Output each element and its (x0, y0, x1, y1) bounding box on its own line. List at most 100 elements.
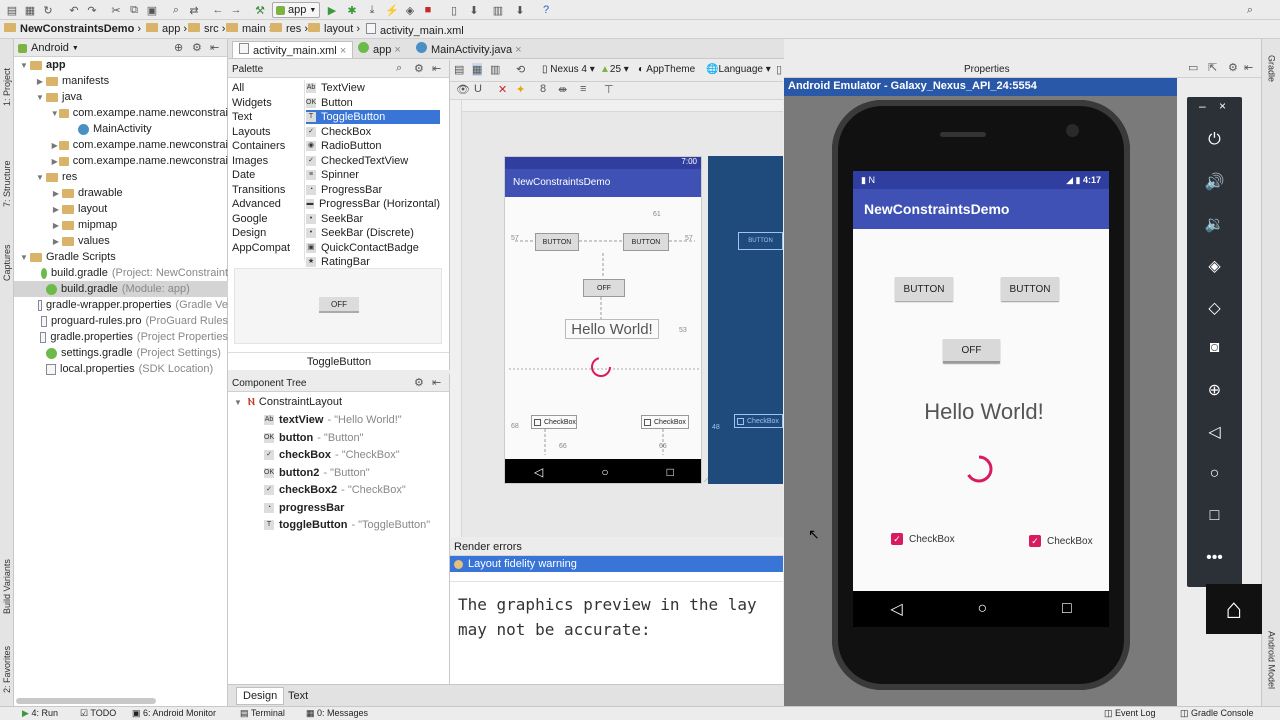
component-tree-item[interactable]: ✓ checkBox2- "CheckBox" (264, 484, 406, 496)
close-icon[interactable]: × (340, 45, 346, 57)
tree-item[interactable]: ▶ values (14, 233, 228, 249)
project-structure-icon[interactable]: ▥ (490, 2, 506, 18)
component-tree-item[interactable]: OK button - "Button" (264, 432, 364, 444)
open-icon[interactable]: ▤ (4, 2, 20, 18)
tab-design[interactable]: Design (236, 687, 285, 705)
undo-icon[interactable]: ↶ (66, 2, 82, 18)
tree-item[interactable]: ▼ java (14, 89, 228, 105)
emulator-checkbox-2[interactable]: ✓ CheckBox (1029, 535, 1093, 547)
overview-icon[interactable]: □ (1187, 501, 1242, 531)
stop-icon[interactable]: ■ (420, 2, 436, 18)
attach-icon[interactable]: ⤓ (364, 2, 380, 18)
chevron-icon[interactable]: ▼ (18, 61, 30, 70)
settings-icon[interactable]: ⚙ (414, 62, 424, 75)
chevron-icon[interactable]: ▶ (50, 157, 59, 166)
tool-todo[interactable]: ☑ TODO (80, 708, 116, 719)
tree-item[interactable]: ▼ res (14, 169, 228, 185)
tab-android-model[interactable]: Android Model (1262, 617, 1280, 703)
close-icon[interactable]: × (394, 44, 400, 56)
copy-icon[interactable]: ⧉ (126, 2, 142, 18)
tab-text[interactable]: Text (282, 687, 314, 705)
tab-favorites[interactable]: 2: Favorites (0, 634, 14, 704)
hide-icon[interactable]: ⇤ (210, 41, 219, 54)
expand-icon[interactable]: ⇱ (1208, 61, 1217, 74)
tab-captures[interactable]: Captures (0, 235, 14, 291)
run-config-select[interactable]: app ▼ (272, 2, 320, 18)
scroll-from-source-icon[interactable]: ⊕ (174, 41, 183, 54)
settings-icon[interactable]: ⚙ (192, 41, 202, 54)
palette-category[interactable]: Text (232, 111, 252, 123)
blueprint-mode-icon[interactable]: ▦ (472, 63, 483, 76)
palette-item[interactable]: ≡ Spinner (306, 168, 440, 182)
tab-structure[interactable]: 7: Structure (0, 149, 14, 219)
palette-item[interactable]: • SeekBar (Discrete) (306, 226, 440, 240)
emulator-toggle-button[interactable]: OFF (943, 339, 1000, 363)
design-preview[interactable]: 7:00 NewConstraintsDemo 57 61 57 53 66 6… (504, 156, 702, 484)
tree-root-constraintlayout[interactable]: ▼ Ⲛ ConstraintLayout (234, 396, 342, 408)
debug-icon[interactable]: ✱ (344, 2, 360, 18)
back-icon[interactable]: ◁ (1187, 417, 1242, 447)
emulator-button-2[interactable]: BUTTON (1001, 277, 1059, 301)
chevron-icon[interactable]: ▼ (34, 93, 46, 102)
orientation-icon[interactable]: ⟲ (516, 63, 525, 76)
search-everywhere-icon[interactable]: ⌕ (1242, 2, 1258, 18)
breadcrumb-item-project[interactable]: NewConstraintsDemo › (4, 23, 141, 35)
sdk-icon[interactable]: ⬇ (466, 2, 482, 18)
align-icon[interactable]: ≡ (580, 83, 586, 95)
hide-icon[interactable]: ⇤ (432, 62, 441, 75)
sync-icon[interactable]: ↻ (40, 2, 56, 18)
chevron-icon[interactable]: ▼ (34, 173, 46, 182)
tool-event-log[interactable]: ◫ Event Log (1104, 708, 1156, 719)
blueprint-checkbox[interactable]: CheckBox (734, 414, 783, 428)
tree-item[interactable]: proguard-rules.pro (ProGuard Rules (14, 313, 228, 329)
tree-item[interactable]: ▶ layout (14, 201, 228, 217)
tree-item[interactable]: MainActivity (14, 121, 228, 137)
palette-category[interactable]: Containers (232, 140, 285, 152)
component-tree-item[interactable]: ✓ checkBox - "CheckBox" (264, 449, 400, 461)
component-tree-item[interactable]: ◔ progressBar (264, 502, 348, 514)
component-tree-item[interactable]: TtoggleButton - "ToggleButton" (264, 519, 430, 531)
tree-item[interactable]: ▼ Gradle Scripts (14, 249, 228, 265)
palette-item[interactable]: • SeekBar (306, 212, 440, 226)
power-icon[interactable]: ⏻ (1187, 125, 1242, 155)
palette-item[interactable]: T ToggleButton (306, 110, 440, 124)
guideline-icon[interactable]: ⊤ (604, 83, 614, 96)
volume-up-icon[interactable]: 🔊 (1187, 167, 1242, 197)
cut-icon[interactable]: ✂ (108, 2, 124, 18)
chevron-icon[interactable]: ▶ (50, 141, 59, 150)
palette-category[interactable]: Advanced (232, 198, 281, 210)
emulator-checkbox-1[interactable]: ✓ CheckBox (891, 533, 955, 545)
breadcrumb-item-app[interactable]: app › (146, 23, 187, 35)
chevron-icon[interactable]: ▶ (50, 189, 62, 198)
tree-item[interactable]: ▶ manifests (14, 73, 228, 89)
tree-item[interactable]: ▶ com.exampe.name.newconstrai (14, 153, 228, 169)
chevron-icon[interactable]: ▼ (18, 253, 30, 262)
tree-item[interactable]: ▶ drawable (14, 185, 228, 201)
tool-run[interactable]: ▶ 4: Run (22, 708, 58, 719)
breadcrumb-item-file[interactable]: activity_main.xml (366, 23, 464, 37)
render-warning-item[interactable]: Layout fidelity warning (450, 556, 783, 572)
tree-item[interactable]: ▼ com.exampe.name.newconstrai (14, 105, 228, 121)
palette-category[interactable]: All (232, 82, 244, 94)
back-icon[interactable]: ◁ (890, 599, 902, 619)
back-icon[interactable]: ← (210, 2, 226, 18)
tree-item[interactable]: gradle.properties (Project Properties (14, 329, 228, 345)
camera-icon[interactable]: ◙ (1187, 333, 1242, 363)
palette-category[interactable]: AppCompat (232, 242, 290, 254)
redo-icon[interactable]: ↷ (84, 2, 100, 18)
theme-select[interactable]: ◐ AppTheme (638, 64, 695, 75)
tree-item[interactable]: build.gradle (Module: app) (14, 281, 228, 297)
close-icon[interactable]: × (515, 44, 521, 56)
tool-gradle-console[interactable]: ◫ Gradle Console (1180, 708, 1254, 719)
collapse-icon[interactable]: ▭ (1188, 61, 1198, 74)
palette-item[interactable]: ◔ ProgressBar (306, 183, 440, 197)
palette-category[interactable]: Design (232, 227, 266, 239)
both-mode-icon[interactable]: ▥ (490, 63, 500, 76)
more-icon[interactable]: ••• (1187, 543, 1242, 573)
preview-toggle-button[interactable]: OFF (583, 279, 625, 297)
tree-item[interactable]: build.gradle (Project: NewConstraint (14, 265, 228, 281)
breadcrumb-item-main[interactable]: main › (226, 23, 273, 35)
tab-app[interactable]: app × (352, 41, 407, 58)
palette-category[interactable]: Google (232, 213, 267, 225)
tree-item[interactable]: settings.gradle (Project Settings) (14, 345, 228, 361)
